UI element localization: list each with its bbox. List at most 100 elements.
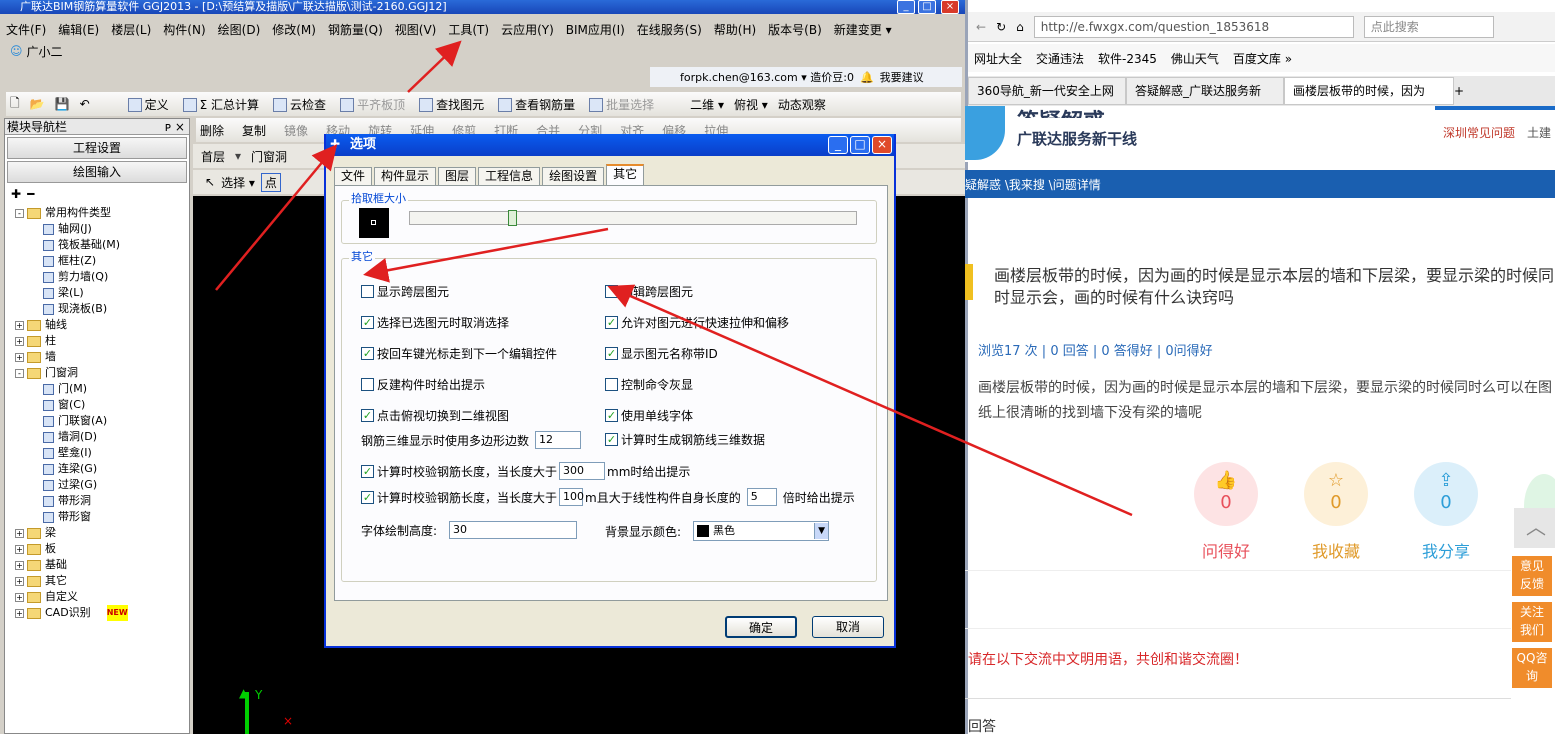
check-length-2-input[interactable]: 100 [559, 488, 584, 506]
gen3d-row[interactable]: ✓ 计算时生成钢筋线三维数据 [605, 431, 765, 448]
suggest-link[interactable]: 我要建议 [880, 69, 924, 85]
tree-node[interactable]: + 板 [15, 541, 189, 557]
tree-expander-icon[interactable]: - [15, 368, 24, 378]
menu-item-10[interactable]: BIM应用(I) [566, 21, 625, 38]
dialog-tab-2[interactable]: 图层 [438, 167, 477, 185]
menu-item-11[interactable]: 在线服务(S) [637, 21, 702, 38]
options_left-checkbox-3[interactable] [361, 378, 374, 391]
options_left-checkbox-1[interactable]: ✓ [361, 316, 374, 329]
action-circle-0[interactable]: 👍 0 [1194, 462, 1258, 526]
open-icon[interactable]: 📂 [30, 97, 45, 111]
side-button-0[interactable]: 意见反馈 [1512, 556, 1552, 596]
tree-expander-icon[interactable]: + [15, 592, 24, 602]
tree-node[interactable]: 过梁(G) [15, 477, 189, 493]
options_right-checkbox-2[interactable]: ✓ [605, 347, 618, 360]
expand-all-icon[interactable]: ✚ [11, 187, 21, 201]
floor-select[interactable]: 首层 [201, 148, 225, 165]
check-length-2-checkbox[interactable]: ✓ [361, 490, 374, 504]
draw-input-button[interactable]: 绘图输入 [7, 161, 187, 183]
dialog-close-button[interactable]: × [872, 136, 892, 154]
menu-item-7[interactable]: 视图(V) [395, 21, 437, 38]
options_left-checkbox-2[interactable]: ✓ [361, 347, 374, 360]
browser-tab-1[interactable]: 答疑解惑_广联达服务新 [1126, 77, 1284, 105]
tree-node[interactable]: 框柱(Z) [15, 253, 189, 269]
toolbar-button-1[interactable]: Σ 汇总计算 [182, 96, 259, 113]
options_right-checkbox-1[interactable]: ✓ [605, 316, 618, 329]
top-link-1[interactable]: 深圳常见问题 [1443, 124, 1515, 141]
tree-node[interactable]: + 其它 [15, 573, 189, 589]
close-button[interactable]: × [941, 0, 959, 14]
tree-node[interactable]: + CAD识别 NEW [15, 605, 189, 621]
options_right-checkbox-4[interactable]: ✓ [605, 409, 618, 422]
action-circle-1[interactable]: ☆ 0 [1304, 462, 1368, 526]
menu-item-0[interactable]: 文件(F) [6, 21, 46, 38]
menu-item-5[interactable]: 修改(M) [272, 21, 316, 38]
floor-type-select[interactable]: 门窗洞 [251, 148, 287, 165]
back-to-top-icon[interactable]: ︿ [1514, 508, 1555, 548]
toolbar-button-0[interactable]: 定义 [127, 96, 169, 113]
tree-node[interactable]: 连梁(G) [15, 461, 189, 477]
save-icon[interactable]: 💾 [55, 97, 70, 111]
tree-node[interactable]: 剪力墙(Q) [15, 269, 189, 285]
new-file-icon[interactable]: 🗋 [10, 94, 20, 115]
options_right-option-2[interactable]: ✓ 显示图元名称带ID [605, 338, 789, 369]
browser-tab-0[interactable]: 360导航_新一代安全上网 [968, 77, 1126, 105]
edit-tool-1[interactable]: 复制 [242, 122, 266, 139]
bookmark-1[interactable]: 交通违法 [1036, 50, 1084, 67]
tree-node[interactable]: - 常用构件类型 [15, 205, 189, 221]
action-1[interactable]: ☆ 0 我收藏 [1304, 462, 1368, 562]
options_right-option-3[interactable]: 控制命令灰显 [605, 369, 789, 400]
url-field[interactable]: http://e.fwxgx.com/question_1853618 [1033, 15, 1354, 38]
toolbar-button-2[interactable]: 云检查 [273, 96, 326, 113]
tree-node[interactable]: + 基础 [15, 557, 189, 573]
dialog-tab-4[interactable]: 绘图设置 [542, 167, 605, 185]
home-icon[interactable]: ⌂ [1016, 20, 1024, 34]
tree-node[interactable]: + 自定义 [15, 589, 189, 605]
side-button-2[interactable]: QQ咨询 [1512, 648, 1552, 688]
tree-expander-icon[interactable]: + [15, 352, 24, 362]
tree-node[interactable]: 梁(L) [15, 285, 189, 301]
options_left-checkbox-0[interactable] [361, 285, 374, 298]
menu-item-9[interactable]: 云应用(Y) [501, 21, 554, 38]
tree-node[interactable]: + 柱 [15, 333, 189, 349]
menu-item-13[interactable]: 版本号(B) [768, 21, 822, 38]
tree-node[interactable]: 门(M) [15, 381, 189, 397]
tree-expander-icon[interactable]: + [15, 560, 24, 570]
toolbar-button-6[interactable]: 批量选择 [589, 96, 654, 113]
tree-node[interactable]: 筏板基础(M) [15, 237, 189, 253]
dialog-maximize-button[interactable]: □ [850, 136, 870, 154]
tree-node[interactable]: 带形窗 [15, 509, 189, 525]
dialog-tab-1[interactable]: 构件显示 [374, 167, 437, 185]
account-info[interactable]: forpk.chen@163.com ▾ 造价豆:0 [680, 69, 854, 85]
bookmark-3[interactable]: 佛山天气 [1171, 50, 1219, 67]
tree-node[interactable]: 轴网(J) [15, 221, 189, 237]
dynamic-observe-button[interactable]: 动态观察 [778, 96, 826, 113]
tree-expander-icon[interactable]: + [15, 544, 24, 554]
refresh-icon[interactable]: ↻ [996, 20, 1006, 34]
tree-node[interactable]: 带形洞 [15, 493, 189, 509]
cancel-button[interactable]: 取消 [812, 616, 884, 638]
bookmark-0[interactable]: 网址大全 [974, 50, 1022, 67]
options_left-option-0[interactable]: 显示跨层图元 [361, 276, 557, 307]
font-height-input[interactable]: 30 [449, 521, 578, 539]
menu-item-12[interactable]: 帮助(H) [714, 21, 756, 38]
check-length-2-input2[interactable]: 5 [746, 488, 777, 506]
minimize-button[interactable]: _ [897, 0, 915, 14]
menu-item-1[interactable]: 编辑(E) [58, 21, 99, 38]
undo-icon[interactable]: ↶ [80, 97, 90, 111]
dialog-tab-5[interactable]: 其它 [606, 164, 645, 185]
options_left-checkbox-4[interactable]: ✓ [361, 409, 374, 422]
dialog-tab-0[interactable]: 文件 [334, 167, 373, 185]
toolbar-button-4[interactable]: 查找图元 [419, 96, 484, 113]
action-0[interactable]: 👍 0 问得好 [1194, 462, 1258, 562]
check-length-1-input[interactable]: 300 [559, 462, 606, 480]
tree-expander-icon[interactable]: + [15, 320, 24, 330]
ok-button[interactable]: 确定 [725, 616, 797, 638]
options_right-checkbox-3[interactable] [605, 378, 618, 391]
tree-node[interactable]: 墙洞(D) [15, 429, 189, 445]
pick-box-slider-track[interactable] [409, 211, 857, 225]
pointer-icon[interactable]: ↖ [205, 175, 215, 189]
tree-expander-icon[interactable]: - [15, 208, 24, 218]
nav-pin-close[interactable]: ᴘ × [165, 119, 189, 135]
view-2d-select[interactable]: 二维 ▾ [690, 96, 724, 113]
